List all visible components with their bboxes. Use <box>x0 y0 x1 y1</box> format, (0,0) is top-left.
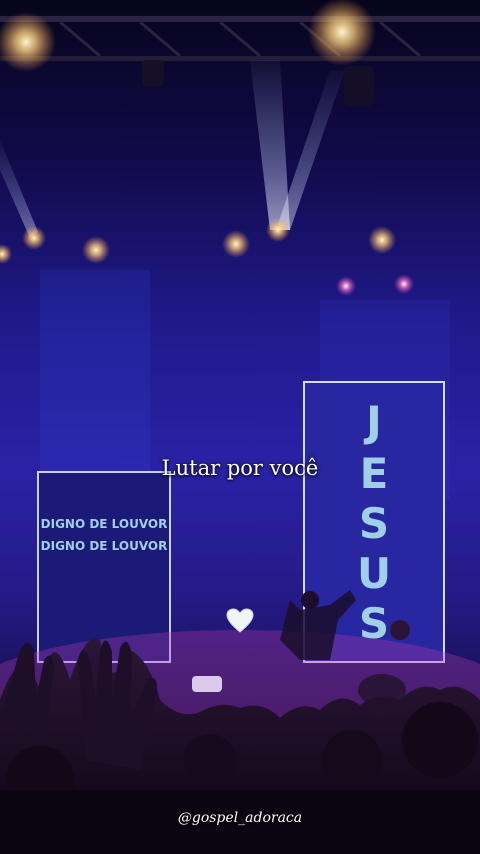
lighting-truss <box>0 16 480 22</box>
light-fixture <box>344 66 374 106</box>
white-heart-icon <box>226 608 254 634</box>
audience-head <box>402 702 478 778</box>
left-banner-line-2: DIGNO DE LOUVOR <box>41 539 168 553</box>
audience-head <box>322 730 382 790</box>
stage-light <box>308 0 376 66</box>
worship-concert-scene: DIGNO DE LOUVOR DIGNO DE LOUVOR J E S U … <box>0 0 480 854</box>
left-banner: DIGNO DE LOUVOR DIGNO DE LOUVOR <box>37 471 171 663</box>
right-banner-letter-1: J <box>363 397 382 446</box>
light-beam <box>250 60 290 230</box>
instagram-handle-watermark: @gospel_adoraca <box>177 810 303 826</box>
stage-monitor-light <box>192 676 222 692</box>
right-banner-letter-3: S <box>359 499 389 548</box>
right-banner-letter-4: U <box>357 549 391 598</box>
light-fixture <box>142 60 164 86</box>
song-lyric-caption: Lutar por você <box>161 456 319 480</box>
light-beam <box>276 70 345 230</box>
stage-background: DIGNO DE LOUVOR DIGNO DE LOUVOR J E S U … <box>0 0 480 854</box>
lighting-truss-lower <box>0 56 480 61</box>
left-banner-line-1: DIGNO DE LOUVOR <box>41 517 168 531</box>
light-beam <box>0 140 38 238</box>
audience-head <box>184 734 236 786</box>
